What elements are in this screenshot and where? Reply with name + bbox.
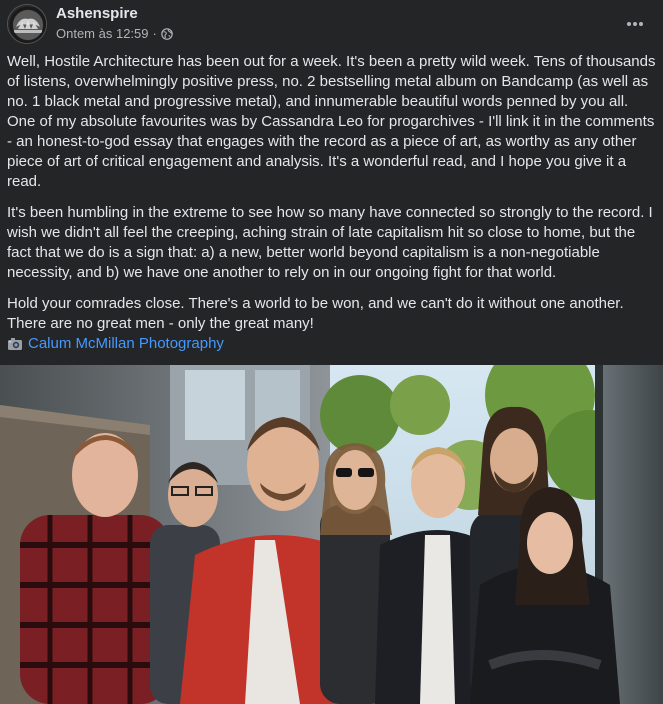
post-header: Ashenspire Ontem às 12:59 · xyxy=(0,0,663,48)
globe-icon[interactable] xyxy=(161,27,173,40)
more-options-button[interactable] xyxy=(617,6,653,42)
photographer-link[interactable]: Calum McMillan Photography xyxy=(28,334,224,354)
facebook-post: Ashenspire Ontem às 12:59 · Well, Hostil xyxy=(0,0,663,704)
post-paragraph: Well, Hostile Architecture has been out … xyxy=(7,53,656,190)
more-horizontal-icon xyxy=(627,22,643,26)
post-body: Well, Hostile Architecture has been out … xyxy=(7,52,657,345)
photo-credit: Calum McMillan Photography xyxy=(7,334,224,354)
band-logo-icon xyxy=(8,5,46,43)
meta-separator: · xyxy=(152,26,157,41)
camera-icon xyxy=(7,337,23,351)
post-paragraph: It's been humbling in the extreme to see… xyxy=(7,204,653,281)
page-avatar[interactable] xyxy=(7,4,47,44)
author-name[interactable]: Ashenspire xyxy=(56,5,138,22)
post-paragraph: Hold your comrades close. There's a worl… xyxy=(7,295,624,332)
band-photo[interactable] xyxy=(0,365,663,704)
post-timestamp[interactable]: Ontem às 12:59 xyxy=(56,26,149,41)
post-meta: Ontem às 12:59 · xyxy=(56,26,173,41)
